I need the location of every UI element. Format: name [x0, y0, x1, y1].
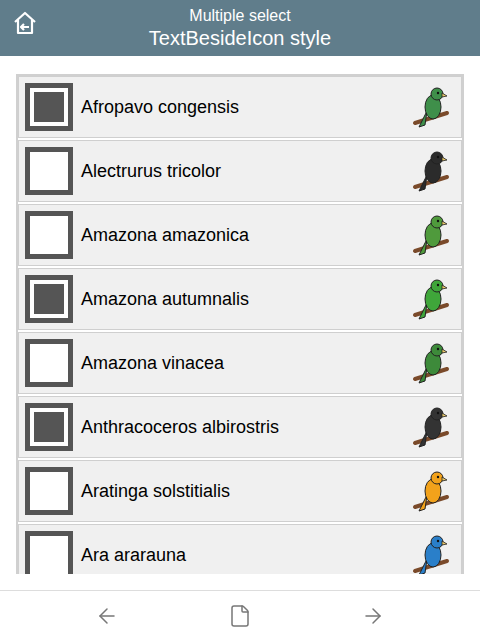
checkbox[interactable] — [25, 403, 73, 451]
checkbox[interactable] — [25, 147, 73, 195]
row-label: Ara ararauna — [81, 542, 399, 569]
checkbox[interactable] — [25, 211, 73, 259]
row-label: Afropavo congensis — [81, 94, 399, 121]
header-subtitle: TextBesideIcon style — [149, 26, 331, 51]
arrow-right-icon[interactable] — [361, 604, 385, 628]
arrow-left-icon[interactable] — [95, 604, 119, 628]
home-button[interactable] — [12, 10, 38, 36]
row-label: Amazona autumnalis — [81, 286, 399, 313]
list-area: Afropavo congensis Alectrurus tricolor Ama… — [0, 56, 480, 590]
next-button[interactable] — [361, 604, 385, 628]
list-row[interactable]: Amazona vinacea — [18, 332, 462, 394]
row-label: Amazona vinacea — [81, 350, 399, 377]
bird-icon — [407, 211, 455, 259]
checkbox-fill — [34, 284, 64, 314]
checkbox[interactable] — [25, 83, 73, 131]
list-row[interactable]: Aratinga solstitialis — [18, 460, 462, 522]
app: Multiple selectTextBesideIcon style Afrop… — [0, 0, 480, 640]
previous-button[interactable] — [95, 604, 119, 628]
checkbox[interactable] — [25, 467, 73, 515]
header-title: Multiple select — [189, 6, 290, 26]
checkbox[interactable] — [25, 275, 73, 323]
home-back-icon[interactable] — [12, 10, 38, 36]
bird-icon — [407, 467, 455, 515]
row-label: Anthracoceros albirostris — [81, 414, 399, 441]
bird-icon — [407, 275, 455, 323]
checkbox[interactable] — [25, 339, 73, 387]
header: Multiple selectTextBesideIcon style — [0, 0, 480, 56]
list: Afropavo congensis Alectrurus tricolor Ama… — [16, 74, 464, 574]
bird-icon — [407, 403, 455, 451]
list-row[interactable]: Ara ararauna — [18, 524, 462, 574]
bird-icon — [407, 83, 455, 131]
checkbox[interactable] — [25, 531, 73, 574]
bottom-bar — [0, 590, 480, 640]
row-label: Alectrurus tricolor — [81, 158, 399, 185]
bird-icon — [407, 339, 455, 387]
page-button[interactable] — [228, 604, 252, 628]
list-row[interactable]: Amazona autumnalis — [18, 268, 462, 330]
row-label: Amazona amazonica — [81, 222, 399, 249]
row-label: Aratinga solstitialis — [81, 478, 399, 505]
bird-icon — [407, 147, 455, 195]
checkbox-fill — [34, 92, 64, 122]
list-row[interactable]: Anthracoceros albirostris — [18, 396, 462, 458]
bird-icon — [407, 531, 455, 574]
list-row[interactable]: Amazona amazonica — [18, 204, 462, 266]
checkbox-fill — [34, 412, 64, 442]
list-row[interactable]: Alectrurus tricolor — [18, 140, 462, 202]
list-row[interactable]: Afropavo congensis — [18, 76, 462, 138]
document-icon[interactable] — [228, 604, 252, 628]
